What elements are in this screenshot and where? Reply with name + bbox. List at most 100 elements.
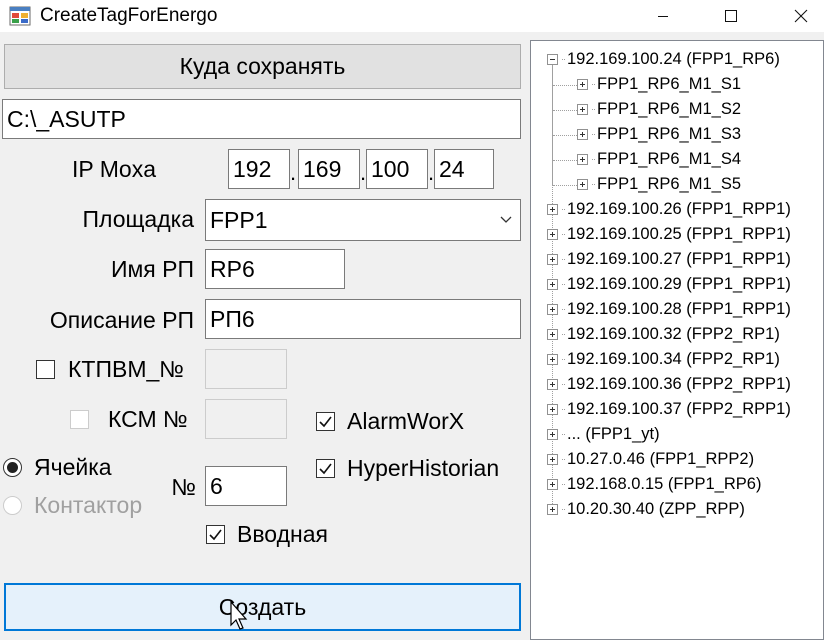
- tree-node[interactable]: 192.169.100.37 (FPP2_RPP1): [547, 397, 791, 422]
- save-location-button[interactable]: Куда сохранять: [4, 44, 521, 89]
- tree-node[interactable]: 192.169.100.24 (FPP1_RP6): [547, 47, 780, 72]
- site-label: Площадка: [82, 206, 195, 232]
- tree-node-label: 192.169.100.25 (FPP1_RPP1): [567, 225, 791, 243]
- tree-node[interactable]: 192.168.0.15 (FPP1_RP6): [547, 472, 761, 497]
- expand-icon[interactable]: [547, 454, 558, 465]
- site-select[interactable]: FPP1: [205, 199, 521, 241]
- tree-line: [562, 284, 565, 285]
- expand-icon[interactable]: [577, 154, 588, 165]
- expand-icon[interactable]: [547, 354, 558, 365]
- tree-node[interactable]: 192.169.100.34 (FPP2_RP1): [547, 347, 780, 372]
- title-bar[interactable]: CreateTagForEnergo: [0, 0, 824, 32]
- tree-node[interactable]: 192.169.100.36 (FPP2_RPP1): [547, 372, 791, 397]
- expand-icon[interactable]: [547, 229, 558, 240]
- close-icon: [794, 9, 808, 23]
- create-button[interactable]: Создать: [4, 583, 521, 631]
- rp-desc-input[interactable]: РП6: [205, 299, 521, 339]
- mouse-cursor-icon: [230, 601, 248, 630]
- expand-icon[interactable]: [547, 254, 558, 265]
- tree-line: [562, 309, 565, 310]
- tree-node[interactable]: 10.27.0.46 (FPP1_RPP2): [547, 447, 754, 472]
- tree-line: [562, 509, 565, 510]
- minimize-button[interactable]: [640, 0, 686, 32]
- tree-view[interactable]: 192.169.100.24 (FPP1_RP6) FPP1_RP6_M1_S1 F…: [530, 40, 824, 640]
- expand-icon[interactable]: [577, 104, 588, 115]
- ktpvm-checkbox[interactable]: [36, 360, 55, 379]
- ip-octet-2-input[interactable]: 169: [298, 149, 360, 189]
- expand-icon[interactable]: [547, 204, 558, 215]
- rp-name-input[interactable]: RP6: [205, 249, 345, 289]
- collapse-icon[interactable]: [547, 54, 558, 65]
- chevron-down-icon: [500, 216, 512, 223]
- tree-line: [562, 209, 565, 210]
- expand-icon[interactable]: [547, 329, 558, 340]
- hyperhistorian-label: HyperHistorian: [347, 455, 500, 481]
- tree-node[interactable]: 192.169.100.25 (FPP1_RPP1): [547, 222, 791, 247]
- tree-node-label: 192.169.100.32 (FPP2_RP1): [567, 325, 780, 343]
- expand-icon[interactable]: [577, 129, 588, 140]
- expand-icon[interactable]: [547, 479, 558, 490]
- cell-radio-label: Ячейка: [34, 454, 112, 480]
- tree-node-label: 192.169.100.34 (FPP2_RP1): [567, 350, 780, 368]
- expand-icon[interactable]: [547, 429, 558, 440]
- maximize-button[interactable]: [708, 0, 754, 32]
- tree-node-label: ... (FPP1_yt): [567, 425, 660, 443]
- tree-node[interactable]: 10.20.30.40 (ZPP_RPP): [547, 497, 745, 522]
- tree-node-label: 192.169.100.36 (FPP2_RPP1): [567, 375, 791, 393]
- ip-octet-1-input[interactable]: 192: [228, 149, 290, 189]
- tree-node[interactable]: 192.169.100.28 (FPP1_RPP1): [547, 297, 791, 322]
- tree-line: [562, 234, 565, 235]
- number-label: №: [171, 474, 196, 500]
- tree-node[interactable]: ... (FPP1_yt): [547, 422, 660, 447]
- expand-icon[interactable]: [547, 279, 558, 290]
- save-path-input[interactable]: C:\_ASUTP: [2, 99, 521, 139]
- tree-node[interactable]: 192.169.100.27 (FPP1_RPP1): [547, 247, 791, 272]
- tree-node[interactable]: 192.169.100.29 (FPP1_RPP1): [547, 272, 791, 297]
- tree-child-node[interactable]: FPP1_RP6_M1_S1: [577, 72, 741, 97]
- expand-icon[interactable]: [547, 504, 558, 515]
- site-select-value: FPP1: [210, 206, 268, 233]
- contactor-radio-label: Контактор: [34, 492, 143, 518]
- tree-node-label: FPP1_RP6_M1_S5: [597, 175, 741, 193]
- tree-line: [592, 134, 595, 135]
- expand-icon[interactable]: [547, 404, 558, 415]
- tree-child-node[interactable]: FPP1_RP6_M1_S2: [577, 97, 741, 122]
- number-input[interactable]: 6: [205, 466, 287, 506]
- ip-separator: .: [290, 160, 297, 185]
- minimize-icon: [658, 16, 668, 17]
- tree-line: [592, 159, 595, 160]
- expand-icon[interactable]: [547, 379, 558, 390]
- tree-node-label: FPP1_RP6_M1_S1: [597, 75, 741, 93]
- checkmark-icon: [319, 463, 332, 475]
- tree-child-node[interactable]: FPP1_RP6_M1_S5: [577, 172, 741, 197]
- alarmworx-label: AlarmWorX: [347, 408, 465, 434]
- tree-node-label: FPP1_RP6_M1_S3: [597, 125, 741, 143]
- ksm-label: КСМ №: [108, 406, 188, 432]
- input-checkbox[interactable]: [206, 525, 225, 544]
- tree-line: [592, 84, 595, 85]
- tree-node-label: 192.169.100.28 (FPP1_RPP1): [567, 300, 791, 318]
- hyperhistorian-checkbox[interactable]: [316, 459, 335, 478]
- tree-node[interactable]: 192.169.100.32 (FPP2_RP1): [547, 322, 780, 347]
- window-title: CreateTagForEnergo: [40, 5, 218, 26]
- ksm-checkbox: [70, 410, 89, 429]
- tree-child-node[interactable]: FPP1_RP6_M1_S4: [577, 147, 741, 172]
- tree-line: [592, 109, 595, 110]
- expand-icon[interactable]: [577, 79, 588, 90]
- tree-node-label: 192.169.100.26 (FPP1_RPP1): [567, 200, 791, 218]
- ip-octet-3-input[interactable]: 100: [366, 149, 428, 189]
- tree-line: [562, 384, 565, 385]
- rp-name-label: Имя РП: [110, 256, 194, 282]
- tree-node-label: 10.27.0.46 (FPP1_RPP2): [567, 450, 755, 468]
- ip-octet-4-input[interactable]: 24: [434, 149, 494, 189]
- expand-icon[interactable]: [577, 179, 588, 190]
- cell-radio[interactable]: [3, 458, 22, 477]
- app-icon: [9, 6, 31, 26]
- close-button[interactable]: [778, 0, 824, 32]
- tree-line: [562, 334, 565, 335]
- tree-node-label: FPP1_RP6_M1_S4: [597, 150, 741, 168]
- tree-node[interactable]: 192.169.100.26 (FPP1_RPP1): [547, 197, 791, 222]
- tree-child-node[interactable]: FPP1_RP6_M1_S3: [577, 122, 741, 147]
- expand-icon[interactable]: [547, 304, 558, 315]
- alarmworx-checkbox[interactable]: [316, 412, 335, 431]
